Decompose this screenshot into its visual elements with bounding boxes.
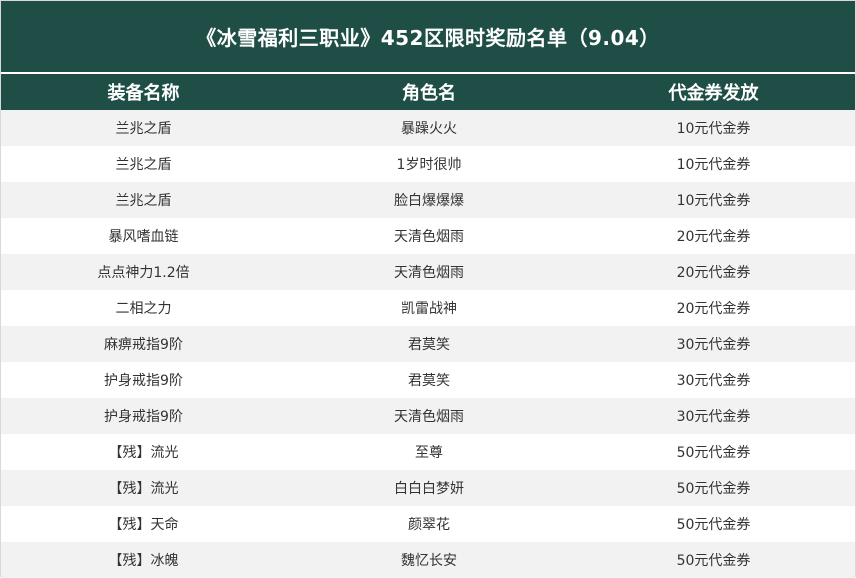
character-cell: 暴躁火火	[401, 121, 457, 137]
voucher-cell: 10元代金券	[676, 157, 751, 173]
table-header: 装备名称 角色名 代金券发放	[1, 74, 855, 110]
voucher-cell: 20元代金券	[676, 301, 751, 317]
table-row: 兰兆之盾 1岁时很帅 10元代金券	[1, 146, 855, 182]
character-cell: 凯雷战神	[401, 301, 457, 317]
character-cell: 魏忆长安	[401, 553, 457, 569]
voucher-cell: 50元代金券	[676, 445, 751, 461]
equipment-cell: 兰兆之盾	[115, 193, 172, 209]
equipment-cell: 麻痹戒指9阶	[104, 337, 183, 353]
equipment-cell: 【残】冰魄	[108, 553, 179, 569]
column-header-character: 角色名	[402, 83, 456, 104]
table-row: 二相之力 凯雷战神 20元代金券	[1, 290, 855, 326]
table-row: 兰兆之盾 脸白爆爆爆 10元代金券	[1, 182, 855, 218]
voucher-cell: 50元代金券	[676, 517, 751, 533]
table-row: 护身戒指9阶 君莫笑 30元代金券	[1, 362, 855, 398]
equipment-cell: 【残】天命	[108, 517, 179, 533]
voucher-cell: 50元代金券	[676, 481, 751, 497]
character-cell: 1岁时很帅	[396, 157, 462, 173]
voucher-cell: 10元代金券	[676, 121, 751, 137]
equipment-cell: 护身戒指9阶	[104, 373, 183, 389]
page-title: 《冰雪福利三职业》452区限时奖励名单（9.04）	[1, 1, 855, 72]
table-row: 麻痹戒指9阶 君莫笑 30元代金券	[1, 326, 855, 362]
voucher-cell: 10元代金券	[676, 193, 751, 209]
table-body: 兰兆之盾 暴躁火火 10元代金券 兰兆之盾 1岁时很帅 10元代金券 兰兆之盾 …	[1, 110, 855, 578]
table-row: 【残】流光 白白白梦妍 50元代金券	[1, 470, 855, 506]
column-header-equipment: 装备名称	[107, 83, 180, 104]
table-row: 兰兆之盾 暴躁火火 10元代金券	[1, 110, 855, 146]
equipment-cell: 兰兆之盾	[115, 121, 172, 137]
equipment-cell: 暴风嗜血链	[108, 229, 179, 245]
equipment-cell: 二相之力	[115, 301, 172, 317]
column-header-voucher: 代金券发放	[668, 83, 759, 104]
character-cell: 白白白梦妍	[394, 481, 464, 497]
table-row: 点点神力1.2倍 天清色烟雨 20元代金券	[1, 254, 855, 290]
voucher-cell: 30元代金券	[676, 337, 751, 353]
equipment-cell: 兰兆之盾	[115, 157, 172, 173]
equipment-cell: 【残】流光	[108, 445, 179, 461]
voucher-cell: 50元代金券	[676, 553, 751, 569]
voucher-cell: 20元代金券	[676, 265, 751, 281]
character-cell: 君莫笑	[408, 337, 450, 353]
character-cell: 天清色烟雨	[394, 409, 464, 425]
voucher-cell: 30元代金券	[676, 373, 751, 389]
character-cell: 天清色烟雨	[394, 265, 464, 281]
voucher-cell: 30元代金券	[676, 409, 751, 425]
equipment-cell: 点点神力1.2倍	[97, 265, 190, 281]
reward-list-sheet: 《冰雪福利三职业》452区限时奖励名单（9.04） 装备名称 角色名 代金券发放…	[0, 0, 856, 578]
voucher-cell: 20元代金券	[676, 229, 751, 245]
character-cell: 至尊	[415, 445, 443, 461]
equipment-cell: 【残】流光	[108, 481, 179, 497]
table-row: 【残】流光 至尊 50元代金券	[1, 434, 855, 470]
table-row: 【残】天命 颜翠花 50元代金券	[1, 506, 855, 542]
character-cell: 天清色烟雨	[394, 229, 464, 245]
table-row: 暴风嗜血链 天清色烟雨 20元代金券	[1, 218, 855, 254]
character-cell: 君莫笑	[408, 373, 450, 389]
character-cell: 脸白爆爆爆	[394, 193, 464, 209]
character-cell: 颜翠花	[408, 517, 450, 533]
equipment-cell: 护身戒指9阶	[104, 409, 183, 425]
table-row: 护身戒指9阶 天清色烟雨 30元代金券	[1, 398, 855, 434]
table-row: 【残】冰魄 魏忆长安 50元代金券	[1, 542, 855, 578]
